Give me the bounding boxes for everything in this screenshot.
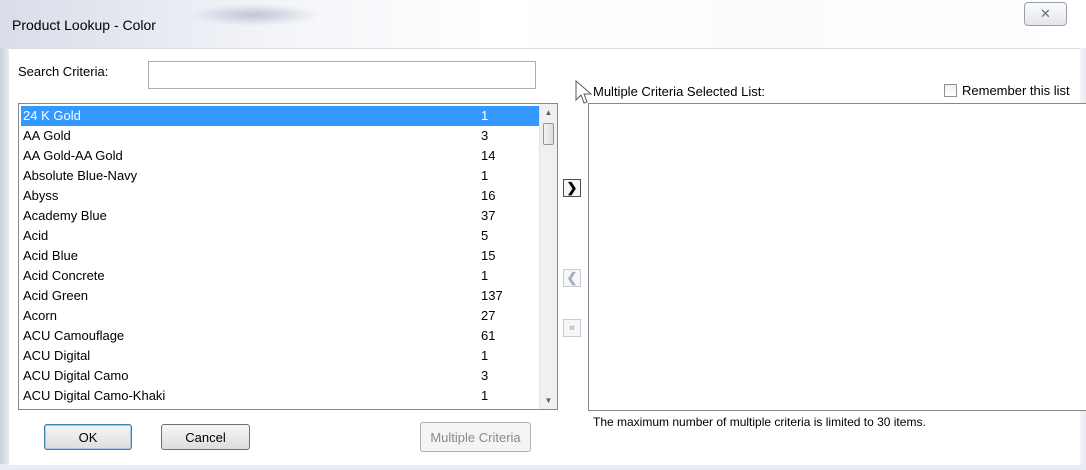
- list-item-name: Academy Blue: [23, 208, 107, 223]
- list-item-count: 3: [481, 368, 489, 383]
- list-item-name: AA Gold: [23, 128, 71, 143]
- list-item-count: 15: [481, 248, 496, 263]
- list-item-count: 5: [481, 228, 489, 243]
- list-item-name: ACU Digital Camo: [23, 368, 129, 383]
- list-item-name: 24 K Gold: [23, 108, 81, 123]
- search-input[interactable]: [148, 61, 536, 89]
- add-selected-button[interactable]: ❯: [563, 179, 581, 197]
- list-item-name: Acorn: [23, 308, 57, 323]
- close-button[interactable]: ✕: [1024, 2, 1067, 26]
- list-item-count: 14: [481, 148, 496, 163]
- cancel-button[interactable]: Cancel: [161, 424, 250, 450]
- list-item-name: Acid Blue: [23, 248, 78, 263]
- chevron-left-icon: ❮: [566, 270, 578, 285]
- list-item-name: Acid: [23, 228, 49, 243]
- list-item-name: Acid Concrete: [23, 268, 105, 283]
- list-item-name: Absolute Blue-Navy: [23, 168, 138, 183]
- list-item-count: 16: [481, 188, 496, 203]
- list-item-name: ACU Digital: [23, 348, 91, 363]
- list-item[interactable]: ACU Digital 1: [21, 346, 539, 366]
- selected-list-title: Multiple Criteria Selected List:: [593, 84, 765, 99]
- list-item[interactable]: Acid Concrete 1: [21, 266, 539, 286]
- remember-list-label[interactable]: Remember this list: [962, 83, 1070, 98]
- list-item[interactable]: Acid 5: [21, 226, 539, 246]
- list-item-count: 37: [481, 208, 496, 223]
- remove-selected-button[interactable]: ❮: [563, 269, 581, 287]
- window-title: Product Lookup - Color: [12, 17, 156, 33]
- list-item[interactable]: Academy Blue 37: [21, 206, 539, 226]
- scroll-thumb[interactable]: [543, 123, 554, 145]
- list-scrollbar[interactable]: ▲ ▼: [539, 104, 557, 409]
- multiple-criteria-button[interactable]: Multiple Criteria: [420, 422, 531, 452]
- color-listbox[interactable]: 24 K Gold 1 AA Gold 3 AA Gold-AA Gold 14 Absol…: [18, 103, 558, 410]
- list-item-name: Abyss: [23, 188, 59, 203]
- title-bar: Product Lookup - Color ✕: [0, 0, 1086, 48]
- list-item-count: 27: [481, 308, 496, 323]
- close-icon: ✕: [1040, 6, 1051, 21]
- remember-list-checkbox[interactable]: [944, 84, 957, 97]
- list-item-count: 1: [481, 348, 489, 363]
- list-item[interactable]: Acid Green 137: [21, 286, 539, 306]
- list-item-count: 1: [481, 268, 489, 283]
- criteria-limit-note: The maximum number of multiple criteria …: [593, 415, 926, 429]
- selected-criteria-list[interactable]: [588, 103, 1086, 411]
- list-item[interactable]: Abyss 16: [21, 186, 539, 206]
- search-label: Search Criteria:: [18, 64, 109, 79]
- list-item[interactable]: ACU Camouflage 61: [21, 326, 539, 346]
- list-item-count: 1: [481, 388, 489, 403]
- list-item-name: ACU Digital Camo-Khaki: [23, 388, 166, 403]
- list-item-name: AA Gold-AA Gold: [23, 148, 123, 163]
- double-chevron-left-icon: «: [568, 322, 576, 334]
- list-item[interactable]: AA Gold-AA Gold 14: [21, 146, 539, 166]
- list-item[interactable]: ACU Digital Camo-Khaki 1: [21, 386, 539, 406]
- list-item-count: 1: [481, 168, 489, 183]
- remove-all-button[interactable]: «: [563, 319, 581, 337]
- chevron-right-icon: ❯: [566, 180, 578, 195]
- scroll-up-arrow-icon[interactable]: ▲: [540, 104, 557, 121]
- list-item-name: Acid Green: [23, 288, 89, 303]
- scroll-down-arrow-icon[interactable]: ▼: [540, 392, 557, 409]
- window-frame-left: [0, 48, 9, 470]
- list-item[interactable]: AA Gold 3: [21, 126, 539, 146]
- ok-button[interactable]: OK: [44, 424, 132, 450]
- title-bar-glow: [190, 4, 320, 26]
- list-item[interactable]: Absolute Blue-Navy 1: [21, 166, 539, 186]
- list-item[interactable]: Acid Blue 15: [21, 246, 539, 266]
- list-item-count: 137: [481, 288, 503, 303]
- list-item[interactable]: 24 K Gold 1: [21, 106, 539, 126]
- ok-button-label: OK: [78, 429, 98, 445]
- list-item-count: 61: [481, 328, 496, 343]
- list-item-count: 1: [481, 108, 489, 123]
- list-item[interactable]: Acorn 27: [21, 306, 539, 326]
- cancel-button-label: Cancel: [185, 429, 226, 445]
- list-item-name: ACU Camouflage: [23, 328, 125, 343]
- list-item-count: 3: [481, 128, 489, 143]
- multiple-criteria-button-label: Multiple Criteria: [430, 429, 521, 445]
- list-item[interactable]: ACU Digital Camo 3: [21, 366, 539, 386]
